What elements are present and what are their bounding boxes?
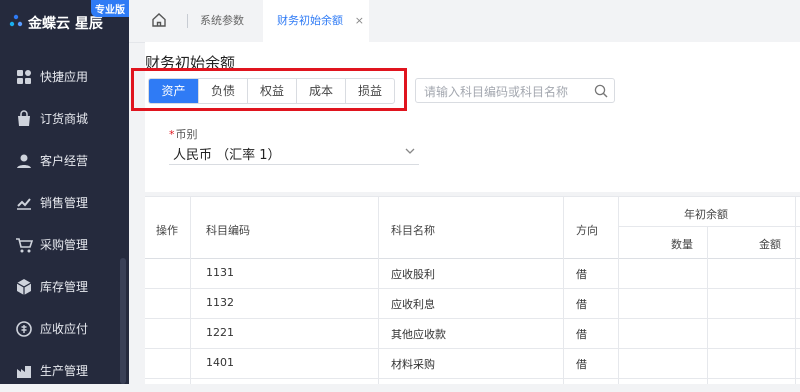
cell-account-code: 1221 — [206, 326, 234, 339]
cell-direction: 借 — [576, 298, 587, 311]
row-divider — [145, 378, 800, 379]
search-icon[interactable] — [594, 84, 608, 98]
cell-account-name: 其他应收款 — [391, 328, 446, 341]
tab-divider — [187, 14, 188, 28]
coin-icon — [16, 321, 32, 337]
edition-badge: 专业版 — [91, 0, 129, 17]
sidebar-item-label: 销售管理 — [40, 196, 89, 210]
cell-direction: 借 — [576, 268, 587, 281]
tab-bar: 系统参数 财务初始余额 × — [129, 0, 800, 43]
user-icon — [17, 154, 31, 168]
sidebar-item-label: 客户经营 — [40, 154, 89, 168]
header-direction: 方向 — [576, 224, 598, 237]
cell-account-name: 材料采购 — [391, 358, 435, 371]
tab-financial-opening-balance[interactable]: 财务初始余额 × — [263, 0, 369, 42]
tab-system-params[interactable]: 系统参数 — [200, 0, 244, 42]
sidebar-item-order-mall[interactable]: 订货商城 — [0, 98, 129, 140]
header-account-code: 科目编码 — [206, 224, 250, 237]
header-account-name: 科目名称 — [391, 224, 435, 237]
grid-icon — [17, 70, 31, 84]
cell-account-code: 1132 — [206, 296, 234, 309]
sidebar-item-inventory[interactable]: 库存管理 — [0, 266, 129, 308]
header-quantity: 数量 — [671, 238, 693, 251]
header-amount: 金额 — [759, 238, 781, 251]
home-icon[interactable] — [151, 12, 167, 28]
cell-direction: 借 — [576, 328, 587, 341]
cell-direction: 借 — [576, 358, 587, 371]
header-bottom-border — [145, 258, 800, 259]
sidebar-item-label: 采购管理 — [40, 238, 89, 252]
row-divider — [145, 288, 800, 289]
shopping-bag-icon — [18, 110, 30, 126]
table-top-border — [145, 196, 800, 197]
brand[interactable]: 金蝶云 星辰 专业版 — [0, 0, 129, 44]
sidebar-item-label: 订货商城 — [40, 112, 89, 126]
sidebar: 金蝶云 星辰 专业版 快捷应用 订货商城 客户经营 销售管理 采购管理 库存管理… — [0, 0, 129, 384]
sidebar-scrollbar[interactable] — [120, 258, 126, 384]
row-divider — [145, 318, 800, 319]
col-divider — [378, 196, 379, 384]
row-divider — [145, 348, 800, 349]
cell-account-name: 应收利息 — [391, 298, 435, 311]
sidebar-item-production[interactable]: 生产管理 — [0, 350, 129, 392]
highlight-box — [131, 68, 407, 111]
col-divider — [795, 196, 796, 384]
brand-name: 金蝶云 星辰 — [28, 16, 103, 32]
tab-label: 财务初始余额 — [277, 14, 343, 27]
sidebar-nav: 快捷应用 订货商城 客户经营 销售管理 采购管理 库存管理 应收应付 生产管理 — [0, 56, 129, 392]
currency-select[interactable]: 人民币 （汇率 1） — [169, 140, 419, 165]
sidebar-item-purchase[interactable]: 采购管理 — [0, 224, 129, 266]
sidebar-item-receivables[interactable]: 应收应付 — [0, 308, 129, 350]
factory-icon — [17, 366, 31, 378]
tab-label: 系统参数 — [200, 14, 244, 27]
cell-account-code: 1131 — [206, 266, 234, 279]
sidebar-item-label: 库存管理 — [40, 280, 89, 294]
filter-panel: 财务初始余额 资产 负债 权益 成本 损益 *币别 人民币 （汇率 1） — [145, 42, 800, 192]
header-operation: 操作 — [156, 224, 178, 237]
search-input[interactable] — [422, 82, 596, 101]
account-search[interactable] — [415, 78, 615, 103]
col-divider — [563, 196, 564, 384]
trend-chart-icon — [17, 198, 31, 210]
col-divider — [190, 196, 191, 384]
sidebar-item-quick-apps[interactable]: 快捷应用 — [0, 56, 129, 98]
sidebar-item-label: 生产管理 — [40, 364, 89, 378]
balance-table: 操作 科目编码 科目名称 方向 年初余额 数量 金额 1131 应收股利 借 1… — [145, 196, 800, 384]
header-opening-balance: 年初余额 — [684, 208, 728, 221]
col-divider — [707, 226, 708, 384]
sidebar-item-label: 应收应付 — [40, 322, 89, 336]
box-icon — [16, 279, 32, 295]
sidebar-item-customer[interactable]: 客户经营 — [0, 140, 129, 182]
cart-icon — [16, 238, 33, 253]
logo-icon — [9, 14, 23, 27]
cell-account-code: 1401 — [206, 356, 234, 369]
close-icon[interactable]: × — [355, 0, 364, 42]
currency-value: 人民币 （汇率 1） — [173, 148, 281, 163]
col-divider — [618, 196, 619, 384]
chevron-down-icon — [405, 148, 415, 154]
cell-account-name: 应收股利 — [391, 268, 435, 281]
sidebar-item-label: 快捷应用 — [40, 70, 89, 84]
header-group-divider — [618, 226, 800, 227]
sidebar-item-sales[interactable]: 销售管理 — [0, 182, 129, 224]
